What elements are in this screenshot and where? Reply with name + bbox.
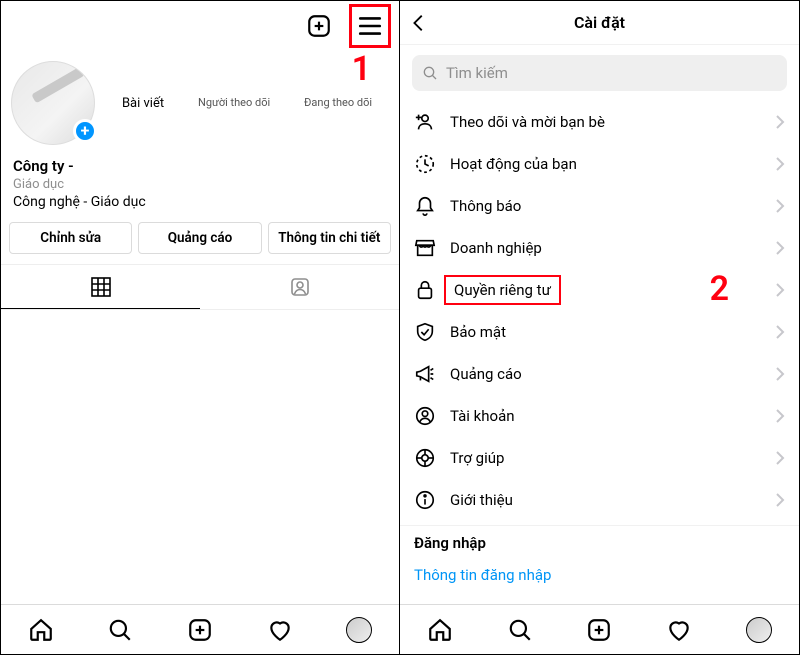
- bottom-nav-right: [400, 604, 799, 654]
- help-icon: [414, 447, 436, 469]
- settings-item-ads[interactable]: Quảng cáo: [400, 353, 799, 395]
- chevron-right-icon: [775, 156, 785, 172]
- settings-search[interactable]: Tìm kiếm: [412, 55, 787, 91]
- activity-icon: [414, 153, 436, 175]
- nav-search[interactable]: [507, 617, 533, 643]
- profile-info: Công ty - Giáo dục Công nghệ - Giáo dục: [1, 153, 399, 212]
- profile-category: Giáo dục: [13, 177, 387, 192]
- lock-icon: [414, 279, 436, 301]
- profile-avatar[interactable]: +: [11, 61, 95, 145]
- settings-item-privacy[interactable]: Quyền riêng tư 2: [400, 269, 799, 311]
- nav-home[interactable]: [28, 617, 54, 643]
- chevron-right-icon: [775, 114, 785, 130]
- menu-button-highlight: [349, 4, 391, 48]
- tab-tagged[interactable]: [200, 265, 399, 309]
- create-button[interactable]: [303, 10, 335, 42]
- settings-list: Theo dõi và mời bạn bè Hoạt động của bạn…: [400, 101, 799, 604]
- chevron-right-icon: [775, 198, 785, 214]
- chevron-right-icon: [775, 492, 785, 508]
- content-tabs: [1, 264, 399, 310]
- tab-grid[interactable]: [1, 265, 200, 309]
- chevron-right-icon: [775, 282, 785, 298]
- settings-item-login-info[interactable]: Thông tin đăng nhập: [400, 556, 799, 594]
- account-icon: [414, 405, 436, 427]
- nav-create[interactable]: [586, 617, 612, 643]
- promote-button[interactable]: Quảng cáo: [138, 222, 261, 254]
- nav-activity[interactable]: [666, 617, 692, 643]
- login-section-label: Đăng nhập: [400, 525, 799, 556]
- bell-icon: [414, 195, 436, 217]
- nav-profile[interactable]: [346, 617, 372, 643]
- chevron-right-icon: [775, 324, 785, 340]
- settings-item-help[interactable]: Trợ giúp: [400, 437, 799, 479]
- settings-item-account[interactable]: Tài khoản: [400, 395, 799, 437]
- edit-profile-button[interactable]: Chỉnh sửa: [9, 222, 132, 254]
- settings-item-security[interactable]: Bảo mật: [400, 311, 799, 353]
- search-placeholder: Tìm kiếm: [446, 64, 508, 82]
- annotation-2: 2: [710, 269, 729, 309]
- chevron-right-icon: [775, 408, 785, 424]
- profile-actions: Chỉnh sửa Quảng cáo Thông tin chi tiết: [1, 212, 399, 264]
- stat-posts[interactable]: Bài viết: [122, 96, 164, 111]
- profile-screen: 1 + Bài viết Người theo dõi Đang theo dõ…: [1, 1, 400, 654]
- nav-search[interactable]: [107, 617, 133, 643]
- privacy-highlight-box: Quyền riêng tư: [444, 275, 561, 305]
- chevron-right-icon: [775, 240, 785, 256]
- megaphone-icon: [414, 363, 436, 385]
- settings-item-follow-invite[interactable]: Theo dõi và mời bạn bè: [400, 101, 799, 143]
- search-icon: [422, 65, 438, 81]
- menu-button[interactable]: [354, 10, 386, 42]
- profile-stats: Bài viết Người theo dõi Đang theo dõi: [105, 96, 389, 111]
- settings-header: Cài đặt: [400, 1, 799, 45]
- insights-button[interactable]: Thông tin chi tiết: [268, 222, 391, 254]
- nav-activity[interactable]: [267, 617, 293, 643]
- profile-topbar: 1: [1, 1, 399, 51]
- settings-title: Cài đặt: [574, 13, 625, 32]
- settings-item-notifications[interactable]: Thông báo: [400, 185, 799, 227]
- settings-screen: Cài đặt Tìm kiếm Theo dõi và mời bạn bè …: [400, 1, 799, 654]
- back-button[interactable]: [408, 12, 430, 34]
- profile-header: + Bài viết Người theo dõi Đang theo dõi: [1, 51, 399, 153]
- nav-profile[interactable]: [746, 617, 772, 643]
- shop-icon: [414, 237, 436, 259]
- stat-followers[interactable]: Người theo dõi: [198, 96, 270, 111]
- settings-item-activity[interactable]: Hoạt động của bạn: [400, 143, 799, 185]
- bottom-nav: [1, 604, 399, 654]
- settings-item-about[interactable]: Giới thiệu: [400, 479, 799, 521]
- nav-home[interactable]: [427, 617, 453, 643]
- profile-title: Công ty -: [13, 157, 387, 175]
- chevron-right-icon: [775, 366, 785, 382]
- nav-create[interactable]: [187, 617, 213, 643]
- settings-item-business[interactable]: Doanh nghiệp: [400, 227, 799, 269]
- follow-invite-icon: [414, 111, 436, 133]
- add-story-icon[interactable]: +: [73, 119, 97, 143]
- stat-following[interactable]: Đang theo dõi: [304, 96, 372, 111]
- chevron-right-icon: [775, 450, 785, 466]
- shield-icon: [414, 321, 436, 343]
- empty-feed: [1, 310, 399, 604]
- profile-description: Công nghệ - Giáo dục: [13, 194, 387, 210]
- info-icon: [414, 489, 436, 511]
